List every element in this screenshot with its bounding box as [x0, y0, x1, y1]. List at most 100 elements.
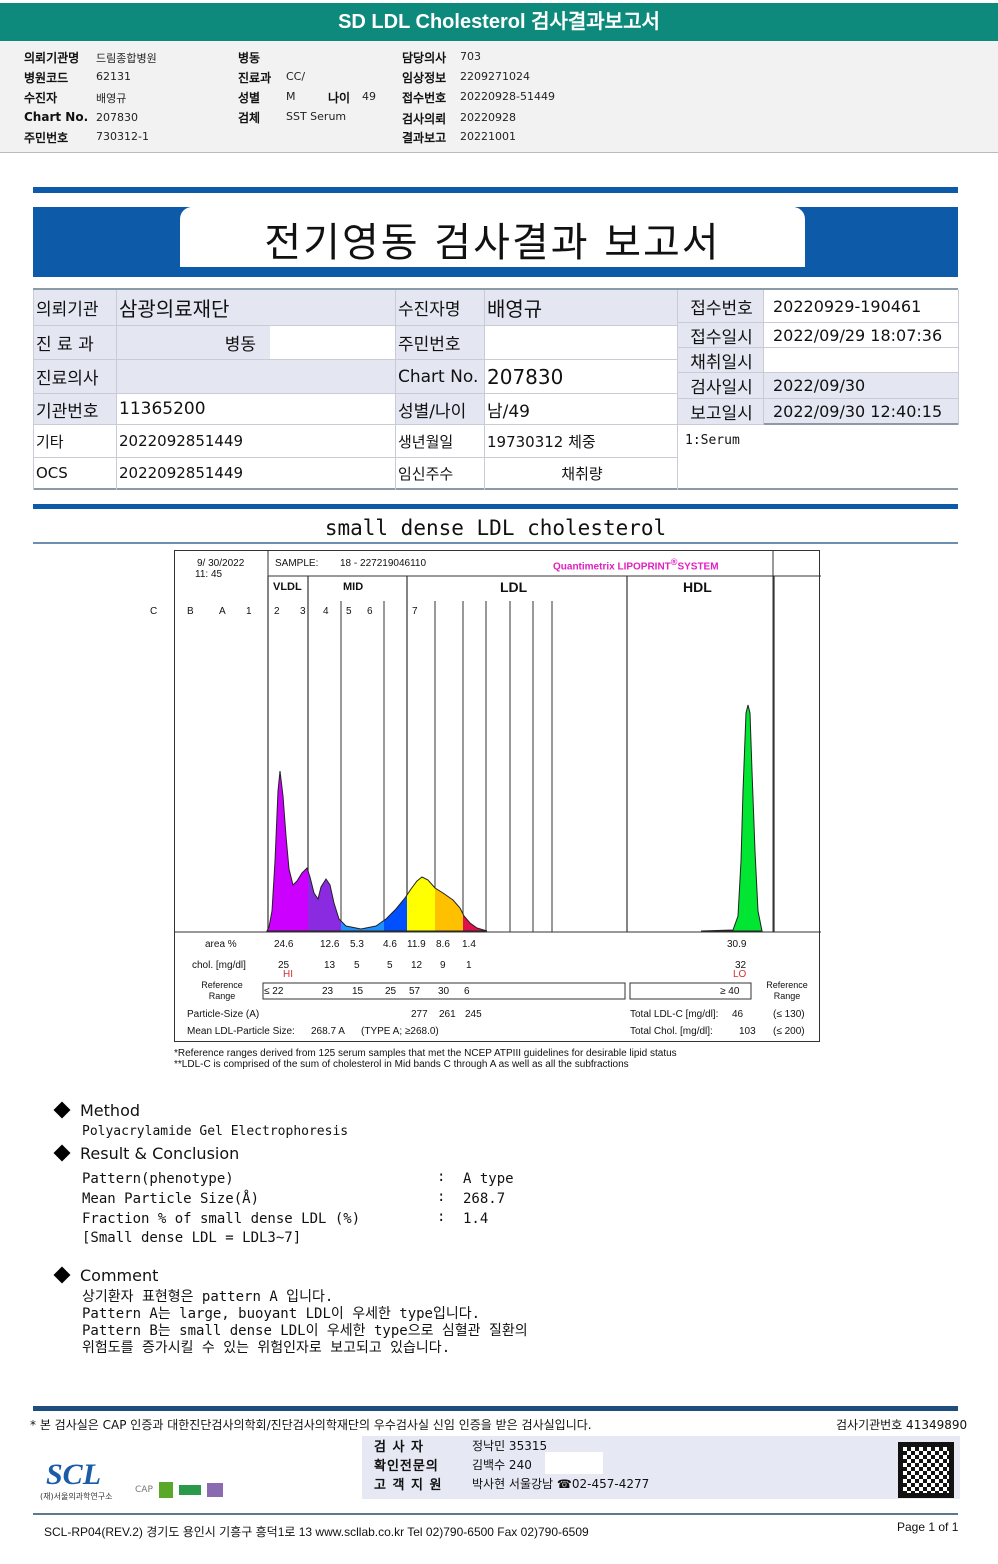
staff-value: 박사현 서울강남 ☎02-457-4277: [472, 1477, 650, 1491]
meta-label: 검체: [238, 111, 261, 125]
age-value: 49: [362, 90, 376, 103]
info-label: 접수번호: [677, 290, 763, 323]
report-title: 전기영동 검사결과 보고서: [264, 220, 721, 266]
result-colon: :: [437, 1169, 446, 1185]
staff-value: 김백수 240: [472, 1458, 532, 1472]
info-label: 검사일시: [677, 373, 763, 399]
staff-box: [362, 1436, 960, 1499]
total-ldl-ref: (≤ 130): [773, 1009, 805, 1020]
meta-label: 수진자: [24, 91, 58, 105]
total-ldl-value: 46: [732, 1009, 744, 1020]
info-label: 진료의사: [33, 360, 116, 394]
info-value: 배영규: [484, 290, 677, 326]
divider: [33, 504, 958, 509]
meta-label: 결과보고: [402, 131, 447, 145]
meta-value: 20221001: [460, 130, 516, 143]
info-label: 수진자명: [395, 290, 484, 326]
info-label: 생년월일: [395, 425, 484, 458]
band-label: 2: [274, 606, 280, 617]
method-text: Polyacrylamide Gel Electrophoresis: [82, 1124, 349, 1139]
ref-label-right: Reference Range: [766, 980, 808, 1001]
info-value: 2022/09/30: [763, 373, 958, 399]
meta-value: 2209271024: [460, 70, 530, 83]
meta-panel: 나이 49 의뢰기관명 드림종합병원 병원코드 62131 수진자 배영규 Chart No…: [0, 41, 998, 153]
specimen-info: 1:Serum: [677, 425, 958, 490]
certification-note: * 본 검사실은 CAP 인증과 대한진단검사의학회/진단검사의학재단의 우수검…: [30, 1418, 592, 1432]
area-label: area %: [205, 939, 237, 950]
info-value: [484, 326, 677, 360]
meta-label: 성별: [238, 91, 261, 105]
info-label: 채취일시: [677, 348, 763, 373]
area-value: 12.6: [320, 939, 340, 950]
info-label: 보고일시: [677, 399, 763, 425]
band-label: C: [150, 606, 158, 617]
info-value: 11365200: [116, 394, 395, 425]
chol-value: 1: [466, 960, 472, 971]
eda-logo-icon: [178, 1485, 201, 1495]
table-gridline: [484, 290, 485, 490]
scl-logo: SCL: [46, 1458, 102, 1491]
report-header-title: SD LDL Cholesterol 검사결과보고서: [0, 3, 998, 41]
chol-value: 13: [324, 960, 336, 971]
result-colon: :: [437, 1189, 446, 1205]
table-top-border: [33, 288, 958, 290]
result-label: Fraction % of small dense LDL (%): [82, 1211, 361, 1227]
info-label: 기타: [33, 425, 116, 458]
footer-address: SCL-RP04(REV.2) 경기도 용인시 기흥구 흥덕1로 13 www.…: [44, 1525, 589, 1539]
result-value: A type: [463, 1171, 514, 1187]
table-gridline: [395, 290, 396, 490]
band-label: A: [219, 606, 226, 617]
band-label: 6: [367, 606, 373, 617]
flag-lo: LO: [733, 969, 747, 980]
staff-label: 고 객 지 원: [374, 1478, 443, 1493]
mean-type: (TYPE A; ≥268.0): [361, 1026, 439, 1037]
divider: [33, 187, 958, 193]
result-note: [Small dense LDL = LDL3~7]: [82, 1230, 302, 1246]
ref-value: 57: [409, 986, 421, 997]
total-chol-value: 103: [739, 1026, 756, 1037]
staff-label: 확인전문의: [374, 1459, 439, 1474]
chol-value: 5: [354, 960, 360, 971]
meta-label: Chart No.: [24, 110, 89, 124]
brand: Quantimetrix LIPOPRINT: [553, 561, 671, 573]
meta-label: 의뢰기관명: [24, 51, 80, 65]
ref-hdl: ≥ 40: [720, 986, 740, 997]
info-value: 20220929-190461: [763, 290, 958, 323]
table-gridline: [116, 290, 117, 490]
sample-id: 18 - 227219046110: [340, 558, 427, 569]
info-label: OCS: [33, 458, 116, 490]
info-label: 접수일시: [677, 323, 763, 348]
area-value: 8.6: [436, 939, 450, 950]
divider: [33, 1406, 958, 1411]
band-label: 1: [246, 606, 252, 617]
info-value: 19730312 체중: [484, 425, 677, 458]
qr-code-icon: [898, 1442, 954, 1498]
result-title: Result & Conclusion: [80, 1144, 240, 1163]
total-ldl-label: Total LDL-C [mg/dl]:: [630, 1009, 719, 1020]
band-label: 5: [346, 606, 352, 617]
table-gridline: [958, 290, 959, 425]
band-label: 7: [412, 606, 418, 617]
area-value: 24.6: [274, 939, 294, 950]
info-label: 진 료 과: [33, 326, 116, 360]
meta-value: 703: [460, 50, 481, 63]
cap-logo-icon: CAP: [135, 1485, 153, 1495]
chart-time: 11: 45: [195, 569, 223, 580]
info-label: 임신주수: [395, 458, 484, 490]
info-label: 의뢰기관: [33, 290, 116, 326]
result-value: 268.7: [463, 1191, 506, 1207]
area-value: 5.3: [350, 939, 364, 950]
info-value: 2022092851449: [116, 425, 395, 458]
chol-value: 9: [440, 960, 446, 971]
meta-value: 730312-1: [96, 130, 149, 143]
meta-value: SST Serum: [286, 110, 347, 123]
meta-value: 62131: [96, 70, 131, 83]
comment-line: 위험도를 증가시킬 수 있는 위험인자로 보고되고 있습니다.: [82, 1340, 451, 1356]
signature-icon: [545, 1452, 603, 1474]
area-hdl: 30.9: [727, 939, 747, 950]
meta-value: 20220928-51449: [460, 90, 555, 103]
total-chol-ref: (≤ 200): [773, 1026, 805, 1037]
meta-label: 주민번호: [24, 131, 69, 145]
particle-value: 245: [465, 1009, 482, 1020]
kslm-logo-icon: [158, 1482, 173, 1498]
